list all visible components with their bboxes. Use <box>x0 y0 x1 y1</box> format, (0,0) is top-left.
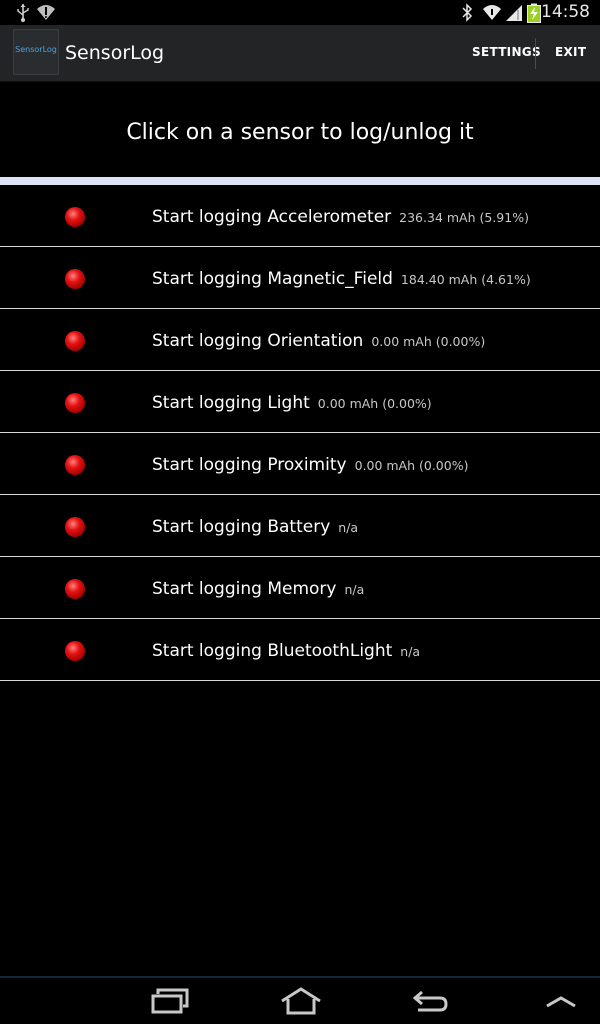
status-indicator-icon <box>65 207 85 227</box>
sensor-row-bluetoothlight[interactable]: Start logging BluetoothLight n/a <box>0 619 600 681</box>
sensor-label: Start logging BluetoothLight <box>152 641 393 661</box>
sensor-row-accelerometer[interactable]: Start logging Accelerometer 236.34 mAh (5… <box>0 185 600 247</box>
sensor-label: Start logging Battery <box>152 517 331 537</box>
sensor-row-magnetic-field[interactable]: Start logging Magnetic_Field 184.40 mAh (… <box>0 247 600 309</box>
bluetooth-icon <box>460 3 474 26</box>
sensor-label: Start logging Proximity <box>152 455 347 475</box>
status-indicator-icon <box>65 455 85 475</box>
exit-button[interactable]: EXIT <box>555 45 586 59</box>
sensor-power: 184.40 mAh (4.61%) <box>400 272 531 287</box>
sensor-power: 236.34 mAh (5.91%) <box>399 210 529 225</box>
sensor-power: n/a <box>338 520 359 535</box>
sensor-power: 0.00 mAh (0.00%) <box>317 396 432 411</box>
status-indicator-icon <box>65 269 85 289</box>
usb-icon <box>14 3 32 27</box>
status-indicator-icon <box>65 517 85 537</box>
app-logo-text: SensorLog <box>15 45 57 54</box>
sensor-row-battery[interactable]: Start logging Battery n/a <box>0 495 600 557</box>
sensor-label: Start logging Light <box>152 393 310 413</box>
sensor-label: Start logging Accelerometer <box>152 207 392 227</box>
sensor-label: Start logging Orientation <box>152 331 364 351</box>
sensor-row-proximity[interactable]: Start logging Proximity 0.00 mAh (0.00%) <box>0 433 600 495</box>
sensor-power: n/a <box>400 644 421 659</box>
status-indicator-icon <box>65 641 85 661</box>
instruction-text: Click on a sensor to log/unlog it <box>126 120 474 145</box>
sensor-label: Start logging Magnetic_Field <box>152 269 393 289</box>
home-icon[interactable] <box>280 986 322 1020</box>
sensor-list: Start logging Accelerometer 236.34 mAh (5… <box>0 185 600 681</box>
status-indicator-icon <box>65 393 85 413</box>
wifi-icon <box>482 3 502 26</box>
header-divider <box>0 177 600 185</box>
sensor-power: n/a <box>344 582 365 597</box>
battery-charging-icon <box>526 3 542 27</box>
sensor-row-orientation[interactable]: Start logging Orientation 0.00 mAh (0.00%… <box>0 309 600 371</box>
instruction-header: Click on a sensor to log/unlog it <box>0 82 600 177</box>
screen: 14:58 SensorLog SensorLog SETTINGS EXIT … <box>0 0 600 1024</box>
action-bar: SensorLog SensorLog SETTINGS EXIT <box>0 25 600 82</box>
status-indicator-icon <box>65 331 85 351</box>
recent-apps-icon[interactable] <box>150 986 190 1020</box>
sensor-power: 0.00 mAh (0.00%) <box>354 458 469 473</box>
app-title: SensorLog <box>65 42 165 64</box>
sensor-row-light[interactable]: Start logging Light 0.00 mAh (0.00%) <box>0 371 600 433</box>
wifi-signal-icon <box>36 3 56 25</box>
settings-button[interactable]: SETTINGS <box>472 45 541 59</box>
status-bar: 14:58 <box>0 0 600 25</box>
status-indicator-icon <box>65 579 85 599</box>
clock: 14:58 <box>541 2 590 22</box>
back-icon[interactable] <box>412 986 450 1020</box>
action-divider <box>535 38 536 69</box>
sensor-power: 0.00 mAh (0.00%) <box>371 334 486 349</box>
cell-signal-icon <box>505 3 523 26</box>
sensor-label: Start logging Memory <box>152 579 337 599</box>
sensor-row-memory[interactable]: Start logging Memory n/a <box>0 557 600 619</box>
app-logo[interactable]: SensorLog <box>13 29 59 75</box>
chevron-up-icon[interactable] <box>544 986 578 1020</box>
navigation-bar <box>0 976 600 1024</box>
